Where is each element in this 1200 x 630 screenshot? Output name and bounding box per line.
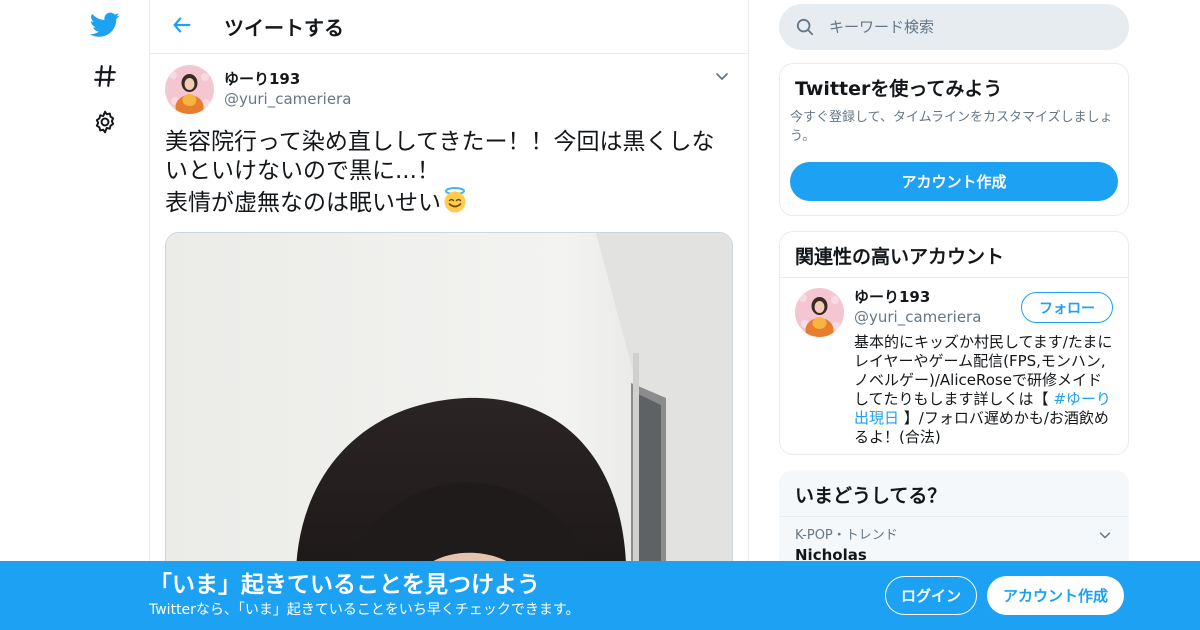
login-button[interactable]: ログイン	[885, 576, 977, 615]
trends-title: いまどうしてる？	[795, 485, 947, 507]
tweet-text: 美容院行って染め直ししてきたー！！今回は黒くしな いといけないので黒に...！ …	[165, 128, 733, 222]
chevron-down-icon	[714, 68, 730, 88]
tweet-text-line: 表情が虚無なのは眠いせい	[165, 186, 733, 222]
tweet-text-line: いといけないので黒に...！	[165, 158, 440, 184]
trends-card: いまどうしてる？ K-POP・トレンド Nicholas	[779, 470, 1129, 570]
tweet-text-line: 美容院行って染め直ししてきたー！！今回は黒くしな	[165, 129, 715, 155]
tweet-menu-button[interactable]	[710, 66, 734, 90]
related-accounts-header: 関連性の高いアカウント	[780, 232, 1128, 278]
page-title: ツイートする	[224, 16, 344, 40]
trend-meta: K-POP・トレンド	[795, 528, 898, 543]
tweet-text-fragment: 表情が虚無なのは眠いせい	[165, 190, 441, 216]
twitter-home-button[interactable]	[80, 5, 130, 49]
related-accounts-card: 関連性の高いアカウント フォロー ゆーり193 @yuri_cameriera …	[779, 231, 1129, 455]
search-icon	[795, 17, 815, 37]
tweet: ゆーり193 @yuri_cameriera 美容院行って染め直ししてきたー！！…	[150, 54, 748, 592]
banner-create-account-button[interactable]: アカウント作成	[987, 576, 1124, 615]
create-account-button[interactable]: アカウント作成	[790, 162, 1118, 201]
back-button[interactable]	[162, 7, 202, 47]
search-box[interactable]	[779, 4, 1129, 50]
author-name[interactable]: ゆーり193	[224, 70, 351, 89]
trend-menu-button[interactable]	[1094, 525, 1116, 547]
chevron-down-icon	[1098, 527, 1112, 546]
signup-card: Twitterを使ってみよう 今すぐ登録して、タイムラインをカスタマイズしましょ…	[779, 63, 1129, 216]
gear-icon	[92, 109, 118, 139]
signup-banner: 「いま」起きていることを見つけよう Twitterなら、「いま」起きていることを…	[0, 561, 1200, 630]
hashtag-icon	[92, 63, 118, 93]
arrow-left-icon	[171, 14, 193, 40]
tweet-header: ツイートする	[150, 0, 748, 54]
tweet-author[interactable]: ゆーり193 @yuri_cameriera	[165, 64, 733, 114]
trends-header: いまどうしてる？	[780, 471, 1128, 517]
tweet-photo[interactable]	[165, 232, 733, 592]
author-handle[interactable]: @yuri_cameriera	[224, 89, 351, 109]
explore-button[interactable]	[80, 56, 130, 100]
left-nav	[80, 0, 130, 630]
signup-card-title: Twitterを使ってみよう	[795, 78, 1003, 100]
banner-title: 「いま」起きていることを見つけよう	[149, 572, 540, 598]
settings-button[interactable]	[80, 102, 130, 146]
avatar[interactable]	[795, 288, 844, 337]
avatar[interactable]	[165, 64, 214, 114]
follow-button[interactable]: フォロー	[1021, 292, 1113, 323]
search-input[interactable]	[829, 18, 1109, 36]
signup-card-description: 今すぐ登録して、タイムラインをカスタマイズしましょう。	[790, 110, 1113, 144]
related-account: フォロー ゆーり193 @yuri_cameriera 基本的にキッズか村民して…	[780, 278, 1128, 454]
related-account-bio: 基本的にキッズか村民してます/たまにレイヤーやゲーム配信(FPS,モンハン,ノベ…	[854, 333, 1113, 447]
twitter-bird-icon	[89, 12, 120, 42]
related-accounts-title: 関連性の高いアカウント	[795, 246, 1005, 268]
banner-subtitle: Twitterなら、「いま」起きていることをいち早くチェックできます。	[149, 602, 580, 618]
smiling-face-with-halo-icon	[441, 186, 469, 222]
tweet-column: ツイートする ゆーり193 @yuri_cameriera 美容院行って染め直し…	[149, 0, 749, 630]
